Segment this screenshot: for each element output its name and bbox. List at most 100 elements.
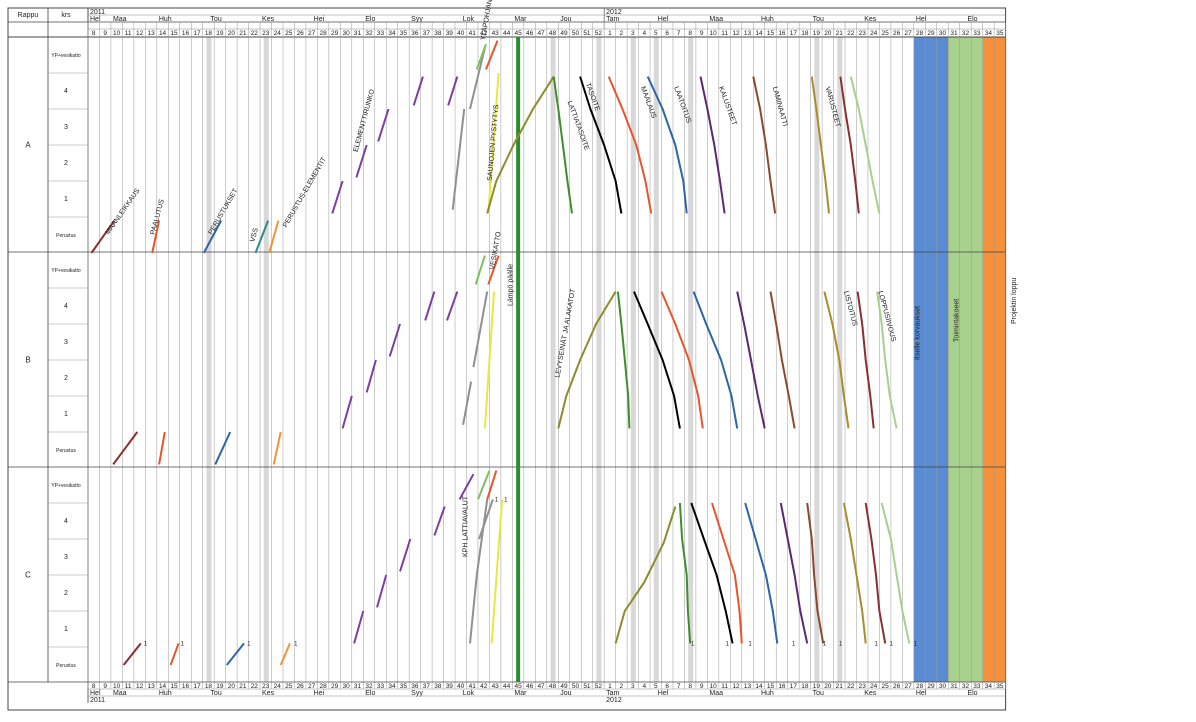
year-label: 2011: [90, 9, 105, 16]
week-tick-label: 1: [608, 683, 612, 690]
month-label: Kes: [262, 16, 275, 23]
week-tick-label: 6: [665, 30, 669, 37]
floor-label: 2: [64, 375, 68, 382]
floor-label: 4: [64, 518, 68, 525]
week-tick-label: 14: [755, 683, 763, 690]
week-tick-label: 52: [595, 683, 603, 690]
week-tick-label: 34: [985, 30, 993, 37]
week-tick-label: 32: [365, 683, 373, 690]
week-tick-label: 36: [411, 683, 419, 690]
week-tick-label: 5: [654, 683, 658, 690]
week-tick-label: 31: [354, 30, 362, 37]
month-label: Tou: [210, 16, 221, 23]
week-tick-label: 37: [423, 30, 431, 37]
week-tick-label: 14: [159, 683, 167, 690]
month-label: Hel: [658, 16, 669, 23]
week-tick-label: 22: [251, 30, 259, 37]
week-tick-label: 19: [813, 683, 821, 690]
week-tick-label: 18: [801, 683, 809, 690]
week-tick-label: 33: [973, 683, 981, 690]
week-tick-label: 30: [342, 30, 350, 37]
week-tick-label: 13: [744, 683, 752, 690]
week-tick-label: 18: [801, 30, 809, 37]
week-tick-label: 35: [400, 30, 408, 37]
week-tick-label: 35: [996, 30, 1004, 37]
month-label: Elo: [365, 690, 375, 697]
week-tick-label: 29: [331, 30, 339, 37]
week-tick-label: 25: [285, 30, 293, 37]
week-tick-label: 29: [331, 683, 339, 690]
week-tick-label: 14: [755, 30, 763, 37]
week-tick-label: 26: [893, 30, 901, 37]
week-tick-label: 48: [549, 683, 557, 690]
month-label: Tam: [606, 16, 619, 23]
week-tick-label: 43: [492, 30, 500, 37]
month-label: Tou: [813, 16, 824, 23]
week-tick-label: 3: [631, 30, 635, 37]
week-tick-label: 38: [434, 683, 442, 690]
week-tick-label: 17: [790, 683, 798, 690]
week-tick-label: 11: [721, 30, 728, 37]
floor-label: Perustus: [56, 448, 76, 454]
week-tick-label: 34: [388, 30, 396, 37]
week-tick-label: 8: [688, 30, 692, 37]
month-label: Hel: [916, 16, 927, 23]
week-tick-label: 47: [537, 30, 545, 37]
section-label: C: [25, 571, 31, 580]
month-label: Huh: [159, 16, 172, 23]
week-tick-label: 46: [526, 30, 534, 37]
month-label: Hel: [90, 16, 101, 23]
week-tick-label: 20: [228, 30, 236, 37]
week-tick-label: 11: [721, 683, 728, 690]
month-label: Hel: [916, 690, 927, 697]
week-tick-label: 21: [239, 683, 247, 690]
task-annotation: Projektin loppu: [1011, 278, 1018, 324]
month-label: Jou: [560, 16, 571, 23]
week-tick-label: 2: [620, 683, 624, 690]
week-tick-label: 11: [125, 30, 132, 37]
task-annotation: KPH LATTIAVALUT: [463, 495, 470, 557]
year-label: 2011: [90, 697, 105, 704]
week-tick-label: 24: [870, 30, 878, 37]
month-label: Lok: [463, 16, 475, 23]
week-tick-label: 44: [503, 683, 511, 690]
month-label: Huh: [159, 690, 172, 697]
week-tick-label: 32: [365, 30, 373, 37]
week-tick-label: 11: [125, 683, 132, 690]
week-tick-label: 20: [824, 30, 832, 37]
week-tick-label: 18: [205, 683, 213, 690]
week-tick-label: 5: [654, 30, 658, 37]
week-tick-label: 17: [193, 30, 201, 37]
week-tick-label: 32: [962, 683, 970, 690]
month-label: Elo: [967, 690, 977, 697]
week-tick-label: 29: [927, 30, 935, 37]
gantt-chart: Rappu krs 2011201120122012HelHelMaaMaaHuhH…: [0, 0, 1196, 722]
task-annotation: Lämpö päälle: [507, 264, 514, 306]
week-tick-label: 28: [916, 683, 924, 690]
week-tick-label: 37: [423, 683, 431, 690]
week-tick-label: 17: [790, 30, 798, 37]
week-tick-label: 50: [572, 30, 580, 37]
week-tick-label: 28: [320, 30, 328, 37]
week-tick-label: 27: [308, 30, 316, 37]
week-tick-label: 39: [446, 30, 454, 37]
week-tick-label: 31: [950, 683, 958, 690]
week-tick-label: 27: [904, 683, 912, 690]
month-label: Maa: [113, 690, 127, 697]
floor-label: 4: [64, 88, 68, 95]
week-tick-label: 25: [882, 683, 890, 690]
week-tick-label: 25: [285, 683, 293, 690]
week-tick-label: 51: [583, 30, 591, 37]
month-label: Huh: [761, 16, 774, 23]
week-tick-label: 34: [985, 683, 993, 690]
week-tick-label: 12: [136, 683, 144, 690]
section-label: A: [25, 141, 31, 150]
week-tick-label: 28: [916, 30, 924, 37]
week-tick-label: 24: [870, 683, 878, 690]
week-tick-label: 30: [342, 683, 350, 690]
week-tick-label: 6: [665, 683, 669, 690]
week-tick-label: 31: [354, 683, 362, 690]
week-tick-label: 33: [377, 30, 385, 37]
month-label: Lok: [463, 690, 475, 697]
month-label: Elo: [967, 16, 977, 23]
